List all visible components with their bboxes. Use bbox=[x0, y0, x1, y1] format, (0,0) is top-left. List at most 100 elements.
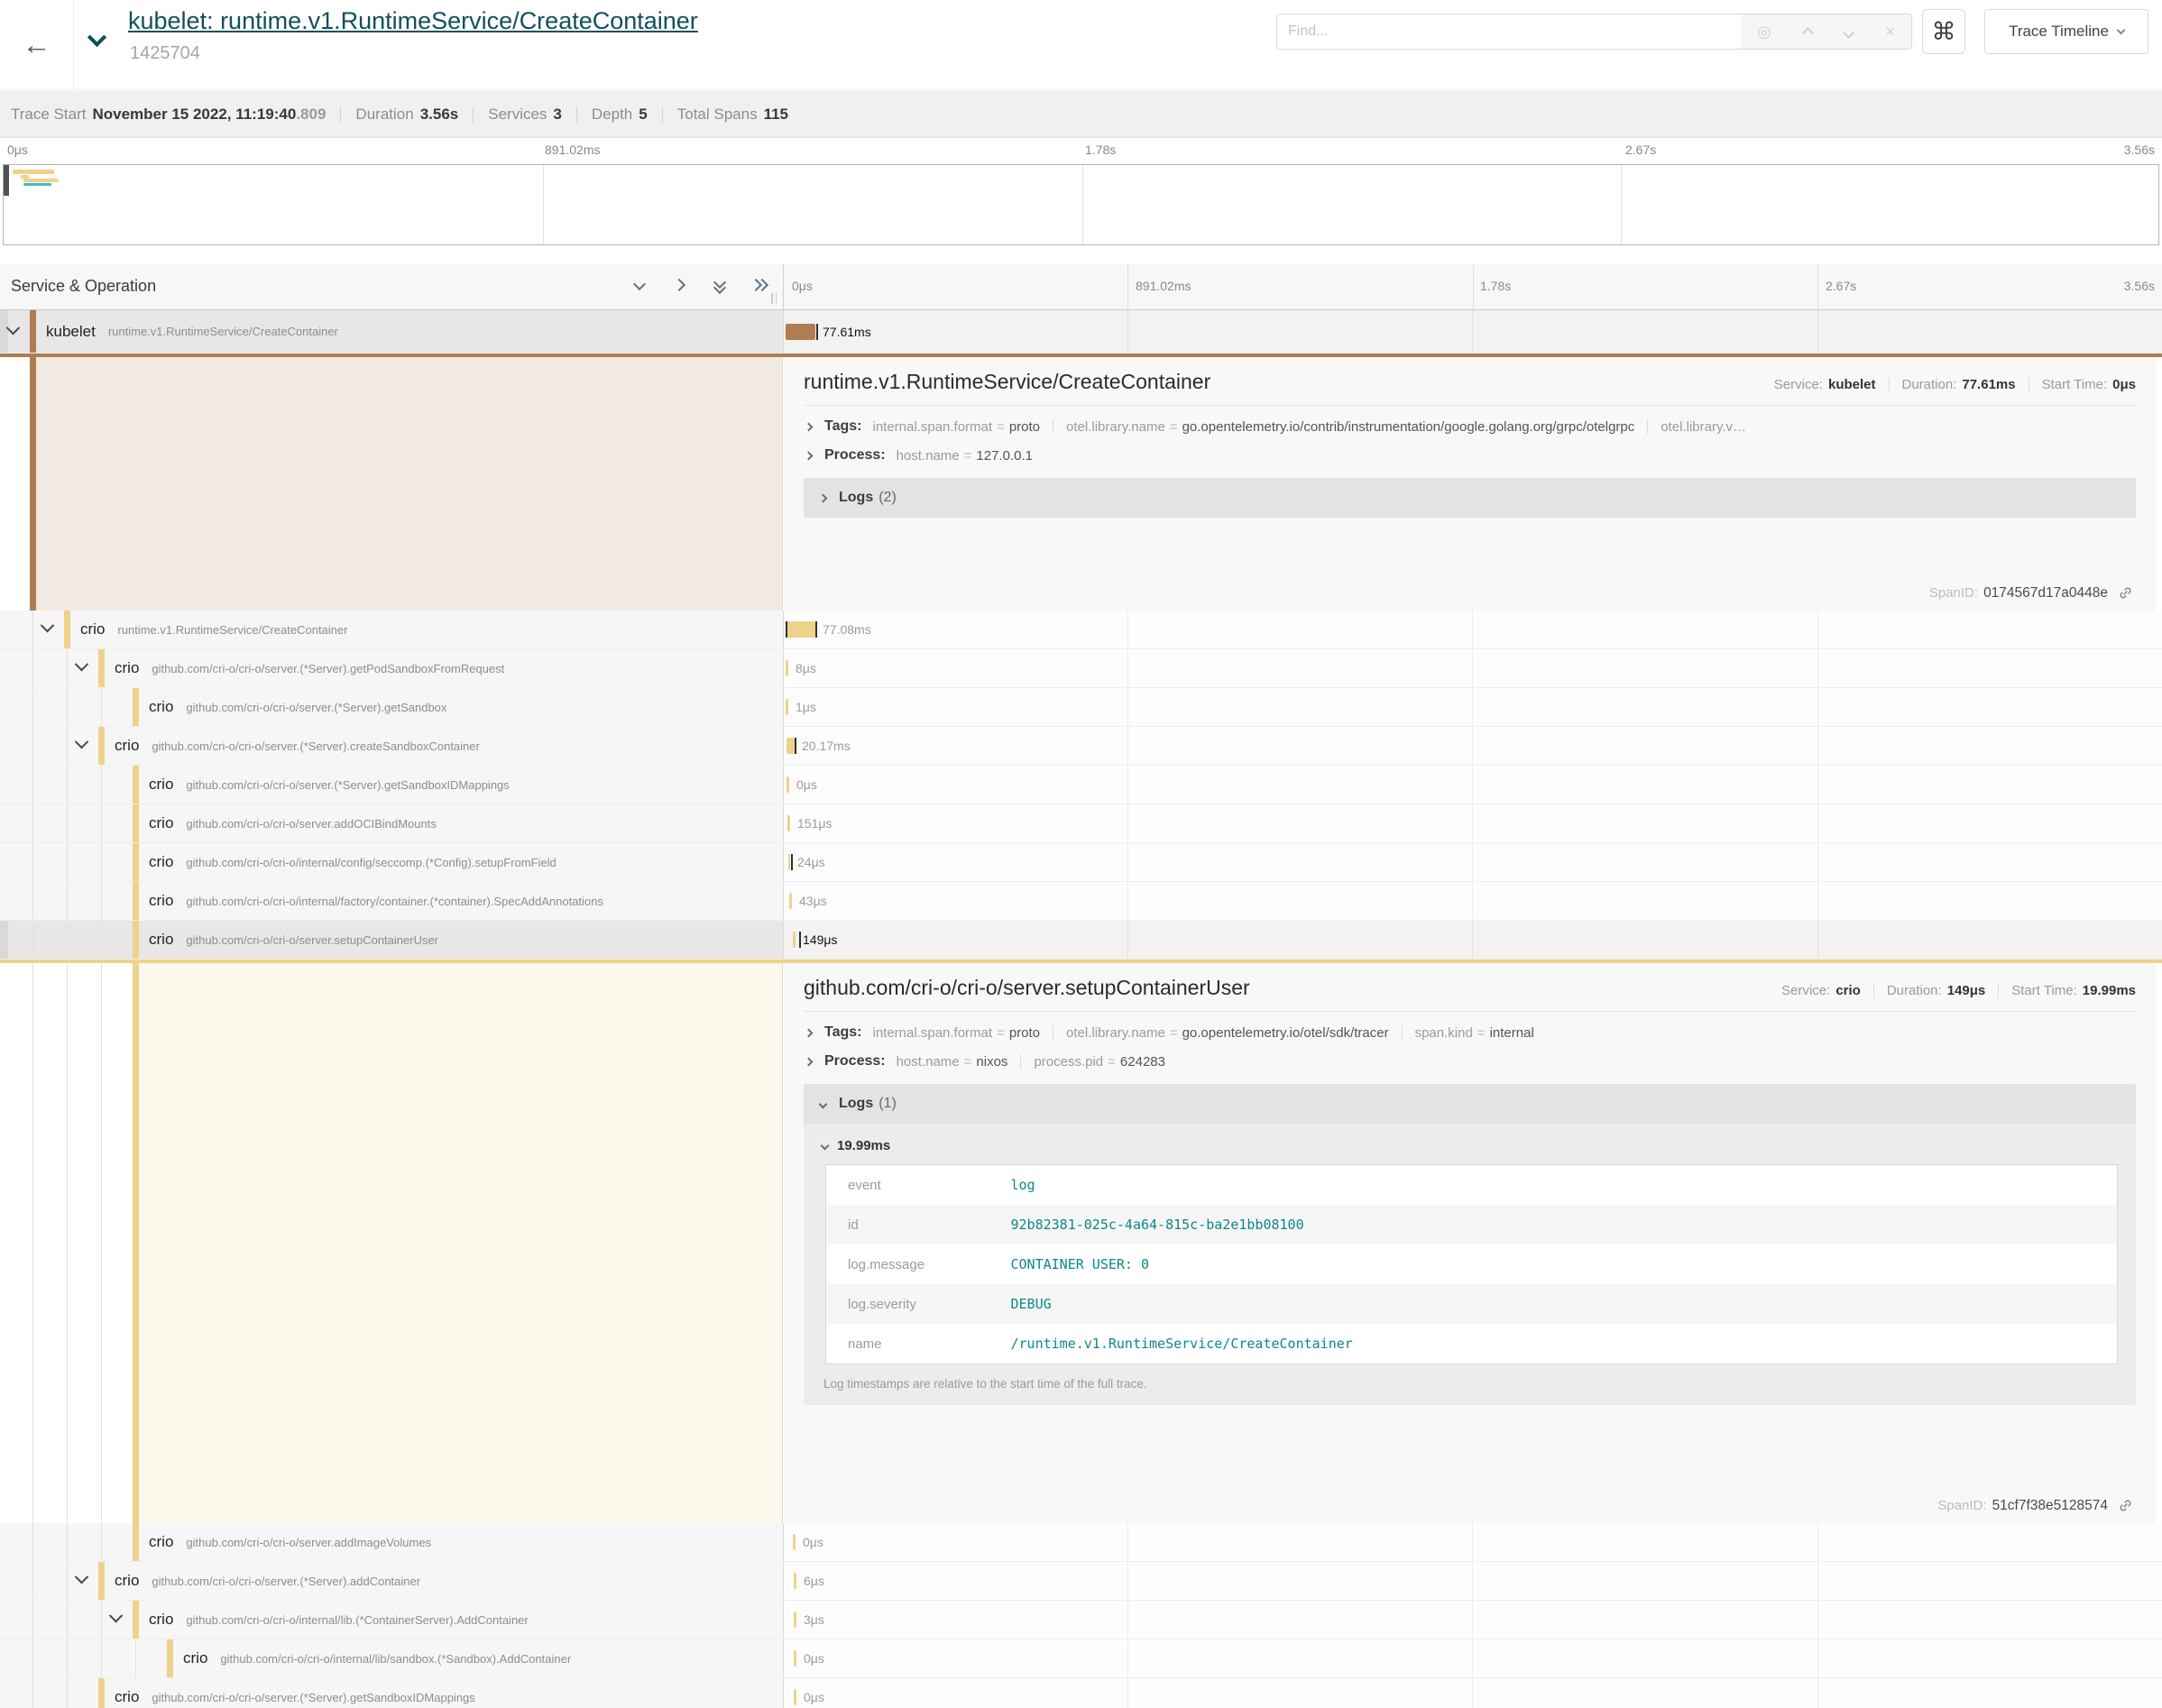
logs-toggle[interactable]: Logs(2) bbox=[804, 478, 2136, 518]
span-timeline-cell[interactable]: 43μs bbox=[784, 882, 2162, 920]
chevron-down-icon[interactable] bbox=[109, 1609, 124, 1623]
span-row[interactable]: kubeletruntime.v1.RuntimeService/CreateC… bbox=[0, 310, 2162, 354]
expand-all-button[interactable] bbox=[751, 278, 771, 294]
span-timeline-cell[interactable]: 1μs bbox=[784, 688, 2162, 726]
span-row[interactable]: criogithub.com/cri-o/cri-o/server.setupC… bbox=[0, 921, 2162, 960]
span-row[interactable]: criogithub.com/cri-o/cri-o/server.addOCI… bbox=[0, 804, 2162, 843]
span-name-cell[interactable]: criogithub.com/cri-o/cri-o/server.(*Serv… bbox=[0, 649, 783, 687]
tags-row[interactable]: Tags:internal.span.format=protootel.libr… bbox=[804, 418, 2136, 435]
span-row[interactable]: criogithub.com/cri-o/cri-o/server.(*Serv… bbox=[0, 766, 2162, 804]
expand-one-button[interactable] bbox=[671, 278, 691, 294]
focus-icon[interactable]: ◎ bbox=[1757, 23, 1771, 40]
service-operation-header: Service & Operation bbox=[11, 277, 156, 296]
back-button[interactable]: ← bbox=[0, 0, 74, 89]
span-row[interactable]: crioruntime.v1.RuntimeService/CreateCont… bbox=[0, 611, 2162, 649]
link-icon[interactable] bbox=[2117, 584, 2134, 601]
span-duration-bar[interactable] bbox=[786, 660, 788, 676]
trace-minimap[interactable] bbox=[3, 164, 2159, 245]
span-timeline-cell[interactable]: 8μs bbox=[784, 649, 2162, 687]
span-duration-bar[interactable] bbox=[788, 854, 790, 870]
link-icon[interactable] bbox=[2117, 1497, 2134, 1514]
collapse-one-button[interactable] bbox=[631, 278, 651, 294]
span-tree-guide bbox=[32, 688, 33, 726]
span-name-cell[interactable]: crioruntime.v1.RuntimeService/CreateCont… bbox=[0, 611, 783, 648]
minimap-scrubber-handle[interactable] bbox=[4, 165, 9, 196]
process-row[interactable]: Process:host.name=nixosprocess.pid=62428… bbox=[804, 1053, 2136, 1070]
span-timeline-cell[interactable]: 3μs bbox=[784, 1601, 2162, 1639]
view-selector-button[interactable]: Trace Timeline bbox=[1984, 9, 2148, 54]
trace-title-link[interactable]: kubelet: runtime.v1.RuntimeService/Creat… bbox=[128, 7, 698, 35]
span-duration-bar[interactable] bbox=[786, 699, 788, 715]
span-timeline-cell[interactable]: 6μs bbox=[784, 1562, 2162, 1600]
logs-toggle[interactable]: Logs(1) bbox=[804, 1084, 2136, 1124]
span-name-cell[interactable]: criogithub.com/cri-o/cri-o/server.(*Serv… bbox=[0, 1678, 783, 1708]
span-timeline-cell[interactable]: 24μs bbox=[784, 843, 2162, 881]
span-row[interactable]: criogithub.com/cri-o/cri-o/internal/lib.… bbox=[0, 1601, 2162, 1639]
span-duration-bar[interactable] bbox=[787, 738, 795, 754]
span-timeline-cell[interactable]: 77.08ms bbox=[784, 611, 2162, 648]
span-duration-bar[interactable] bbox=[794, 1689, 796, 1705]
span-name-cell[interactable]: criogithub.com/cri-o/cri-o/server.(*Serv… bbox=[0, 1562, 783, 1600]
span-row[interactable]: criogithub.com/cri-o/cri-o/server.(*Serv… bbox=[0, 1562, 2162, 1601]
chevron-down-icon[interactable] bbox=[75, 657, 89, 672]
span-duration-bar[interactable] bbox=[794, 1650, 796, 1667]
process-row[interactable]: Process:host.name=127.0.0.1 bbox=[804, 447, 2136, 464]
meta-service-value: kubelet bbox=[1828, 377, 1876, 392]
span-log-marker bbox=[795, 738, 796, 754]
span-row[interactable]: criogithub.com/cri-o/cri-o/internal/conf… bbox=[0, 843, 2162, 882]
collapse-trace-button[interactable] bbox=[90, 31, 105, 45]
span-name-cell[interactable]: criogithub.com/cri-o/cri-o/internal/fact… bbox=[0, 882, 783, 920]
prev-result-button[interactable] bbox=[1804, 23, 1812, 40]
service-color-bar bbox=[98, 1562, 105, 1600]
span-timeline-cell[interactable]: 0μs bbox=[784, 1678, 2162, 1708]
span-duration-bar[interactable] bbox=[793, 932, 796, 948]
span-name-cell[interactable]: criogithub.com/cri-o/cri-o/server.addOCI… bbox=[0, 804, 783, 842]
chevron-down-icon[interactable] bbox=[6, 320, 21, 335]
log-entry-toggle[interactable]: 19.99ms bbox=[820, 1138, 2121, 1153]
span-timeline-cell[interactable]: 151μs bbox=[784, 804, 2162, 842]
span-row[interactable]: criogithub.com/cri-o/cri-o/server.addIma… bbox=[0, 1523, 2162, 1562]
span-timeline-cell[interactable]: 0μs bbox=[784, 1639, 2162, 1677]
span-duration-bar[interactable] bbox=[794, 1573, 796, 1589]
collapse-all-button[interactable] bbox=[712, 278, 731, 294]
service-color-bar bbox=[98, 727, 105, 765]
span-row[interactable]: criogithub.com/cri-o/cri-o/server.(*Serv… bbox=[0, 688, 2162, 727]
clear-find-button[interactable]: × bbox=[1885, 23, 1895, 40]
span-name-cell[interactable]: criogithub.com/cri-o/cri-o/server.(*Serv… bbox=[0, 727, 783, 765]
span-timeline-cell[interactable]: 149μs bbox=[784, 921, 2162, 959]
span-duration-bar[interactable] bbox=[793, 1534, 796, 1550]
span-duration-bar[interactable] bbox=[794, 1612, 796, 1628]
span-row[interactable]: criogithub.com/cri-o/cri-o/internal/fact… bbox=[0, 882, 2162, 921]
next-result-button[interactable] bbox=[1845, 23, 1853, 40]
span-name-cell[interactable]: criogithub.com/cri-o/cri-o/server.(*Serv… bbox=[0, 766, 783, 803]
span-duration-bar[interactable] bbox=[786, 324, 815, 340]
span-name-cell[interactable]: criogithub.com/cri-o/cri-o/server.addIma… bbox=[0, 1523, 783, 1561]
column-resize-grip[interactable] bbox=[771, 293, 778, 304]
span-name-cell[interactable]: criogithub.com/cri-o/cri-o/internal/lib/… bbox=[0, 1639, 783, 1677]
find-input[interactable] bbox=[1276, 14, 1742, 50]
span-name-cell[interactable]: criogithub.com/cri-o/cri-o/server.(*Serv… bbox=[0, 688, 783, 726]
chevron-down-icon[interactable] bbox=[41, 619, 55, 633]
span-timeline-cell[interactable]: 20.17ms bbox=[784, 727, 2162, 765]
span-row[interactable]: criogithub.com/cri-o/cri-o/server.(*Serv… bbox=[0, 649, 2162, 688]
span-name-cell[interactable]: kubeletruntime.v1.RuntimeService/CreateC… bbox=[0, 310, 783, 353]
tags-row[interactable]: Tags:internal.span.format=protootel.libr… bbox=[804, 1024, 2136, 1041]
chevron-down-icon[interactable] bbox=[75, 735, 89, 749]
span-duration-bar[interactable] bbox=[786, 621, 815, 638]
span-name-cell[interactable]: criogithub.com/cri-o/cri-o/server.setupC… bbox=[0, 921, 783, 959]
span-row[interactable]: criogithub.com/cri-o/cri-o/server.(*Serv… bbox=[0, 727, 2162, 766]
chevron-down-icon[interactable] bbox=[75, 1570, 89, 1584]
span-duration-bar[interactable] bbox=[789, 893, 792, 909]
span-duration-bar[interactable] bbox=[787, 776, 789, 793]
span-name-cell[interactable]: criogithub.com/cri-o/cri-o/internal/conf… bbox=[0, 843, 783, 881]
span-timeline-cell[interactable]: 0μs bbox=[784, 766, 2162, 803]
span-row[interactable]: criogithub.com/cri-o/cri-o/internal/lib/… bbox=[0, 1639, 2162, 1678]
span-duration-bar[interactable] bbox=[787, 815, 790, 831]
span-timeline-cell[interactable]: 0μs bbox=[784, 1523, 2162, 1561]
keyboard-shortcuts-button[interactable]: ⌘ bbox=[1922, 9, 1965, 54]
span-id-footer: SpanID:51cf7f38e5128574 bbox=[1937, 1497, 2134, 1514]
tag-key: internal.span.format bbox=[872, 1025, 992, 1041]
span-name-cell[interactable]: criogithub.com/cri-o/cri-o/internal/lib.… bbox=[0, 1601, 783, 1639]
span-timeline-cell[interactable]: 77.61ms bbox=[784, 310, 2162, 353]
span-row[interactable]: criogithub.com/cri-o/cri-o/server.(*Serv… bbox=[0, 1678, 2162, 1708]
